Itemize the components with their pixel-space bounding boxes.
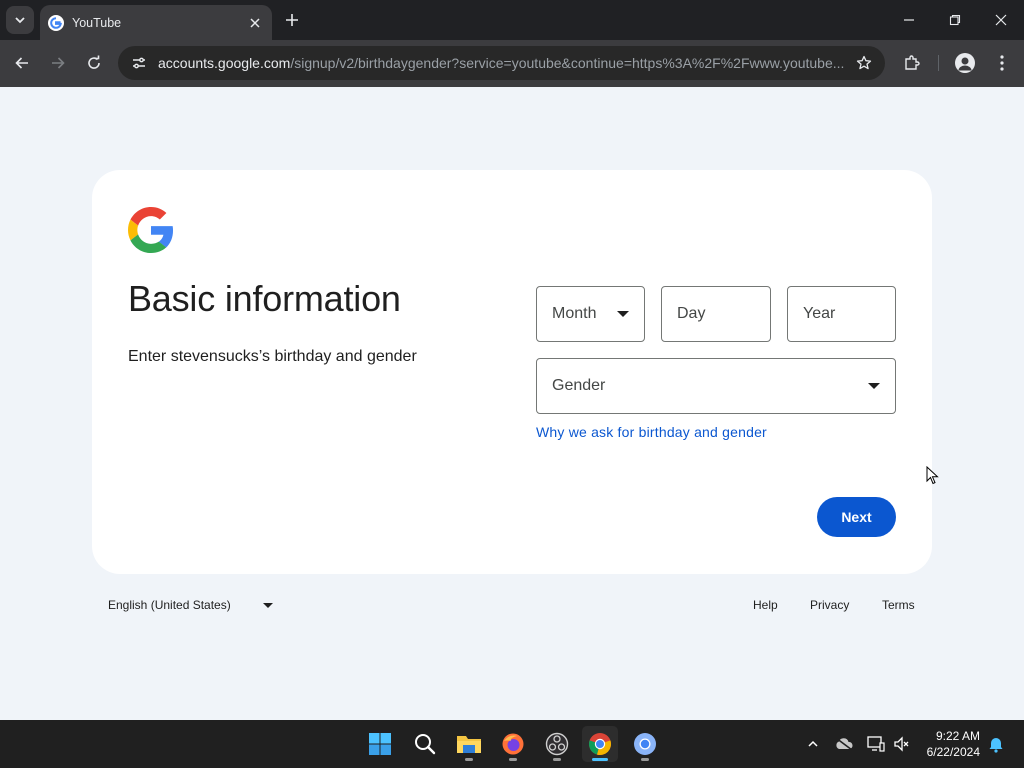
day-label: Day: [677, 305, 706, 322]
network-icon[interactable]: [866, 734, 886, 754]
firefox-icon[interactable]: [495, 726, 531, 762]
google-logo-icon: [128, 207, 174, 253]
clock-date: 6/22/2024: [926, 745, 980, 759]
help-link[interactable]: Help: [753, 598, 778, 612]
windows-taskbar: 9:22 AM 6/22/2024: [0, 720, 1024, 768]
tab-title: YouTube: [72, 15, 122, 30]
extensions-puzzle-icon[interactable]: [900, 51, 924, 75]
google-favicon-icon: [48, 14, 64, 31]
dropdown-arrow-icon: [262, 602, 273, 608]
reload-icon[interactable]: [82, 51, 106, 75]
minimize-icon[interactable]: [897, 8, 921, 32]
year-label: Year: [803, 305, 836, 322]
gender-label: Gender: [552, 377, 606, 394]
month-label: Month: [552, 305, 597, 322]
onedrive-cloud-icon[interactable]: [834, 734, 854, 754]
toolbar-divider: [938, 55, 939, 71]
chrome-icon[interactable]: [582, 726, 618, 762]
dropdown-arrow-icon: [868, 383, 880, 389]
language-label: English (United States): [108, 598, 231, 612]
signup-card: Basic information Enter stevensucks’s bi…: [92, 170, 932, 574]
privacy-link[interactable]: Privacy: [810, 598, 849, 612]
browser-tabstrip: YouTube: [0, 0, 1024, 40]
close-window-icon[interactable]: [989, 8, 1013, 32]
tab-close-icon[interactable]: [246, 14, 264, 32]
chevron-up-icon[interactable]: [803, 734, 823, 754]
chevron-down-icon: [15, 17, 25, 24]
obs-icon[interactable]: [539, 726, 575, 762]
notification-bell-icon[interactable]: [986, 734, 1006, 754]
browser-toolbar: accounts.google.com/signup/v2/birthdayge…: [0, 40, 1024, 87]
start-icon[interactable]: [362, 726, 398, 762]
page-subtitle: Enter stevensucks’s birthday and gender: [128, 348, 417, 365]
terms-link[interactable]: Terms: [882, 598, 915, 612]
next-button[interactable]: Next: [817, 497, 896, 537]
page-title: Basic information: [128, 278, 401, 319]
site-info-icon[interactable]: [128, 52, 150, 74]
address-bar[interactable]: accounts.google.com/signup/v2/birthdayge…: [118, 46, 885, 80]
volume-muted-icon[interactable]: [892, 734, 912, 754]
restore-icon[interactable]: [943, 8, 967, 32]
file-explorer-icon[interactable]: [451, 726, 487, 762]
back-arrow-icon[interactable]: [10, 51, 34, 75]
gender-select[interactable]: Gender: [536, 358, 896, 414]
profile-avatar-icon[interactable]: [953, 51, 977, 75]
chrome-alt-icon[interactable]: [627, 726, 663, 762]
why-we-ask-link[interactable]: Why we ask for birthday and gender: [536, 424, 767, 440]
url-host: accounts.google.com: [158, 55, 291, 71]
url-path: /signup/v2/birthdaygender?service=youtub…: [290, 55, 845, 71]
new-tab-plus-icon[interactable]: [282, 10, 302, 30]
bookmark-star-icon[interactable]: [853, 52, 875, 74]
search-icon[interactable]: [407, 726, 443, 762]
dropdown-arrow-icon: [617, 311, 629, 317]
more-menu-icon[interactable]: [990, 51, 1014, 75]
language-select[interactable]: English (United States): [108, 598, 273, 612]
forward-arrow-icon[interactable]: [46, 51, 70, 75]
tab-youtube[interactable]: YouTube: [40, 5, 272, 40]
tab-search-button[interactable]: [6, 6, 34, 34]
clock-time: 9:22 AM: [935, 729, 980, 743]
signup-page: Basic information Enter stevensucks’s bi…: [0, 87, 1024, 720]
day-input[interactable]: Day: [661, 286, 771, 342]
url-text: accounts.google.com/signup/v2/birthdayge…: [158, 55, 847, 71]
system-clock[interactable]: 9:22 AM 6/22/2024: [918, 728, 980, 760]
mouse-cursor-icon: [926, 466, 939, 485]
month-select[interactable]: Month: [536, 286, 645, 342]
year-input[interactable]: Year: [787, 286, 896, 342]
